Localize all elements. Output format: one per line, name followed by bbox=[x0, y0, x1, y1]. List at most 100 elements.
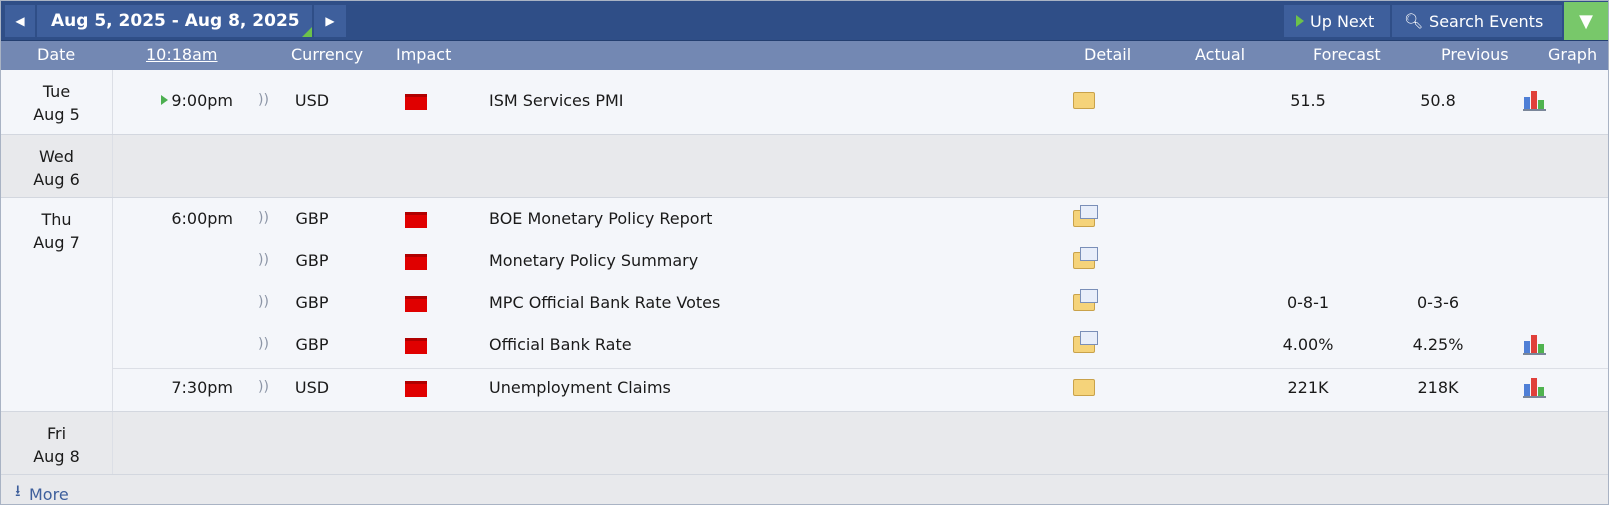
event-name[interactable]: ISM Services PMI bbox=[489, 91, 624, 110]
event-row[interactable]: 7:30pm )) USD Unemployment Claims 221K 2… bbox=[113, 368, 1608, 410]
event-row[interactable]: )) GBP MPC Official Bank Rate Votes 0-8-… bbox=[113, 283, 1608, 325]
folder-icon[interactable] bbox=[1073, 247, 1098, 269]
folder-icon[interactable] bbox=[1073, 379, 1095, 396]
event-forecast: 4.00% bbox=[1282, 335, 1334, 354]
event-name[interactable]: BOE Monetary Policy Report bbox=[489, 209, 712, 228]
event-previous: 0-3-6 bbox=[1416, 293, 1460, 312]
day-date: Aug 6 bbox=[33, 170, 80, 189]
day-date: Aug 7 bbox=[33, 233, 80, 252]
event-previous: 50.8 bbox=[1420, 91, 1456, 110]
sound-icon[interactable]: )) bbox=[258, 379, 269, 395]
event-currency: GBP bbox=[295, 293, 329, 312]
date-range-button[interactable]: Aug 5, 2025 - Aug 8, 2025 bbox=[37, 5, 312, 37]
column-header-row: Date 10:18am Currency Impact Detail Actu… bbox=[1, 41, 1608, 70]
high-impact-icon bbox=[405, 296, 427, 312]
event-time: 7:30pm bbox=[171, 378, 233, 397]
empty-day bbox=[113, 412, 1608, 474]
event-row[interactable]: 9:00pm )) USD ISM Services PMI 51.5 50.8 bbox=[113, 81, 1608, 123]
day-row-aug-6: Wed Aug 6 bbox=[1, 135, 1608, 197]
day-row-aug-8: Fri Aug 8 bbox=[1, 412, 1608, 474]
event-time: 9:00pm bbox=[145, 91, 233, 110]
high-impact-icon bbox=[405, 338, 427, 354]
graph-icon[interactable] bbox=[1523, 89, 1547, 111]
graph-icon[interactable] bbox=[1523, 376, 1547, 398]
col-impact: Impact bbox=[396, 45, 452, 64]
day-of-week: Fri bbox=[46, 424, 67, 443]
col-date: Date bbox=[37, 45, 76, 64]
day-date: Aug 5 bbox=[33, 105, 80, 124]
next-event-marker-icon bbox=[161, 95, 169, 105]
event-forecast: 0-8-1 bbox=[1286, 293, 1330, 312]
up-next-button[interactable]: Up Next bbox=[1284, 5, 1390, 37]
folder-icon[interactable] bbox=[1073, 92, 1095, 109]
folder-icon[interactable] bbox=[1073, 331, 1098, 353]
day-of-week: Tue bbox=[42, 82, 71, 101]
date-cell: Thu Aug 7 bbox=[1, 198, 113, 411]
event-currency: USD bbox=[294, 378, 330, 397]
high-impact-icon bbox=[405, 212, 427, 228]
folder-icon[interactable] bbox=[1073, 205, 1098, 227]
calendar-widget: ◀ Aug 5, 2025 - Aug 8, 2025 ▶ Up Next 🔍︎… bbox=[0, 0, 1609, 505]
up-next-label: Up Next bbox=[1310, 11, 1375, 31]
event-currency: GBP bbox=[295, 209, 329, 228]
col-forecast: Forecast bbox=[1313, 45, 1381, 64]
folder-icon[interactable] bbox=[1073, 289, 1098, 311]
event-time-text: 9:00pm bbox=[171, 91, 233, 110]
event-name[interactable]: Unemployment Claims bbox=[489, 378, 671, 397]
high-impact-icon bbox=[405, 94, 427, 110]
day-of-week: Thu bbox=[41, 210, 72, 229]
col-actual: Actual bbox=[1195, 45, 1246, 64]
event-row[interactable]: )) GBP Monetary Policy Summary bbox=[113, 241, 1608, 283]
col-previous: Previous bbox=[1441, 45, 1509, 64]
event-forecast: 51.5 bbox=[1290, 91, 1326, 110]
empty-day bbox=[113, 135, 1608, 197]
filter-button[interactable]: ▼ bbox=[1564, 2, 1608, 40]
day-row-aug-5: Tue Aug 5 9:00pm )) USD ISM Services PMI … bbox=[1, 70, 1608, 134]
chevron-left-icon: ◀ bbox=[15, 14, 25, 28]
search-icon: 🔍︎ bbox=[1404, 12, 1424, 30]
high-impact-icon bbox=[405, 381, 427, 397]
chevron-right-icon: ▶ bbox=[325, 14, 335, 28]
event-name[interactable]: Monetary Policy Summary bbox=[489, 251, 698, 270]
col-graph: Graph bbox=[1548, 45, 1598, 64]
sound-icon[interactable]: )) bbox=[258, 336, 269, 352]
search-events-button[interactable]: 🔍︎ Search Events bbox=[1392, 5, 1562, 37]
event-previous: 218K bbox=[1417, 378, 1459, 397]
previous-range-button[interactable]: ◀ bbox=[5, 5, 35, 37]
search-events-label: Search Events bbox=[1429, 11, 1544, 31]
col-detail: Detail bbox=[1084, 45, 1132, 64]
event-name[interactable]: MPC Official Bank Rate Votes bbox=[489, 293, 720, 312]
high-impact-icon bbox=[405, 254, 427, 270]
event-previous: 4.25% bbox=[1412, 335, 1464, 354]
event-currency: USD bbox=[294, 91, 330, 110]
day-row-aug-7: Thu Aug 7 6:00pm )) GBP BOE Monetary Poli… bbox=[1, 198, 1608, 411]
sound-icon[interactable]: )) bbox=[258, 252, 269, 268]
day-of-week: Wed bbox=[39, 147, 74, 166]
col-currency: Currency bbox=[291, 45, 364, 64]
event-time: 6:00pm bbox=[171, 209, 233, 228]
day-date: Aug 8 bbox=[33, 447, 80, 466]
current-time-link[interactable]: 10:18am bbox=[146, 45, 218, 64]
date-range-label: Aug 5, 2025 - Aug 8, 2025 bbox=[51, 11, 300, 31]
more-link[interactable]: ⭳ More bbox=[15, 480, 69, 507]
event-forecast: 221K bbox=[1287, 378, 1329, 397]
event-row[interactable]: )) GBP Official Bank Rate 4.00% 4.25% bbox=[113, 325, 1608, 367]
more-label: More bbox=[29, 485, 69, 504]
filter-icon: ▼ bbox=[1579, 10, 1593, 32]
more-bar: ⭳ More bbox=[1, 474, 1608, 504]
next-range-button[interactable]: ▶ bbox=[314, 5, 346, 37]
event-currency: GBP bbox=[295, 251, 329, 270]
date-cell: Fri Aug 8 bbox=[1, 412, 113, 474]
sound-icon[interactable]: )) bbox=[258, 210, 269, 226]
graph-icon[interactable] bbox=[1523, 333, 1547, 355]
date-cell: Wed Aug 6 bbox=[1, 135, 113, 197]
event-row[interactable]: 6:00pm )) GBP BOE Monetary Policy Report bbox=[113, 199, 1608, 241]
date-cell: Tue Aug 5 bbox=[1, 70, 113, 134]
play-icon bbox=[1296, 15, 1304, 27]
sound-icon[interactable]: )) bbox=[258, 92, 269, 108]
event-name[interactable]: Official Bank Rate bbox=[489, 335, 632, 354]
sound-icon[interactable]: )) bbox=[258, 294, 269, 310]
range-corner-marker bbox=[302, 27, 312, 37]
toolbar: ◀ Aug 5, 2025 - Aug 8, 2025 ▶ Up Next 🔍︎… bbox=[1, 1, 1608, 41]
event-currency: GBP bbox=[295, 335, 329, 354]
